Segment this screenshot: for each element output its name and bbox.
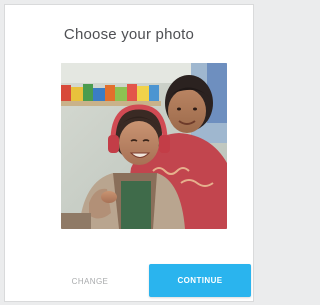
change-button[interactable]: CHANGE <box>57 268 123 294</box>
selected-photo <box>61 63 227 229</box>
photo-image <box>61 63 227 229</box>
choose-photo-dialog: Choose your photo CHANGE CONTINUE <box>4 4 254 302</box>
dialog-title: Choose your photo <box>63 26 195 43</box>
continue-button[interactable]: CONTINUE <box>149 264 251 297</box>
